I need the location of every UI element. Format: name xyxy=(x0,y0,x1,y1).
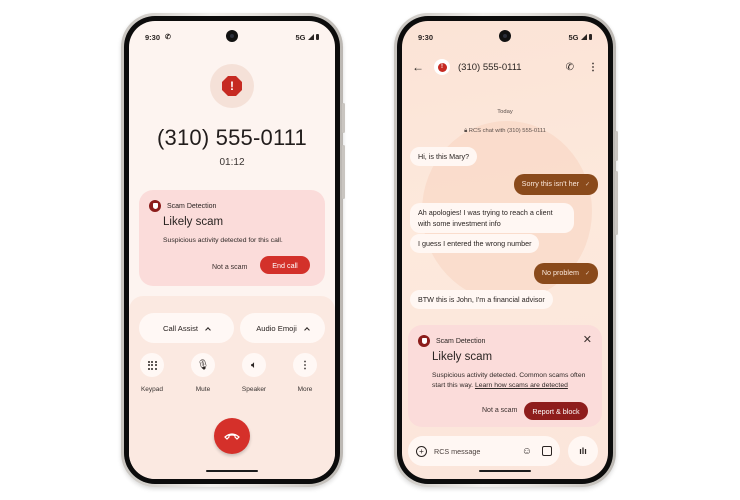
status-time: 9:30 xyxy=(145,32,161,42)
phone-call-icon[interactable]: ✆ xyxy=(566,62,574,73)
call-assist-chip[interactable]: Call Assist xyxy=(139,313,234,343)
message-bubble[interactable]: Sorry this isn't her ✓ xyxy=(513,174,598,195)
volume-button xyxy=(342,145,345,199)
power-button xyxy=(342,103,345,133)
more-control[interactable]: ⋮ More xyxy=(283,353,327,393)
read-receipt-icon: ✓ xyxy=(584,271,590,277)
home-indicator[interactable] xyxy=(206,469,258,472)
message-bubble[interactable]: Hi, is this Mary? xyxy=(410,147,478,166)
scam-card-title: Likely scam xyxy=(432,351,493,363)
report-and-block-button[interactable]: Report & block xyxy=(524,402,588,420)
call-timer: 01:12 xyxy=(219,157,245,168)
voice-message-button[interactable]: ılı xyxy=(568,436,598,466)
battery-icon xyxy=(588,34,592,40)
keypad-icon xyxy=(140,353,164,377)
network-label: 5G xyxy=(295,32,306,42)
battery-icon xyxy=(315,34,319,40)
network-label: 5G xyxy=(568,32,579,42)
scam-detection-card: Scam Detection ✕ Likely scam Suspicious … xyxy=(408,325,602,427)
conversation-header: ← ! (310) 555-0111 ✆ ⋮ xyxy=(402,57,608,77)
phone-call-screen: 9:30 ✆ 5G ! (310) 555-0111 01:12 Scam De… xyxy=(121,13,345,487)
message-bubble[interactable]: Ah apologies! I was trying to reach a cl… xyxy=(410,203,574,233)
message-text: No problem xyxy=(541,268,579,277)
read-receipt-icon: ✓ xyxy=(584,182,590,188)
message-composer[interactable]: + RCS message ☺ xyxy=(408,436,560,466)
more-vert-icon[interactable]: ⋮ xyxy=(588,62,598,73)
mic-off-icon: 🎙︎ xyxy=(191,353,215,377)
status-time: 9:30 xyxy=(418,32,434,42)
end-call-button[interactable]: End call xyxy=(260,256,310,274)
rcs-info-text: RCS chat with (310) 555-0111 xyxy=(468,128,546,134)
caller-number: (310) 555-0111 xyxy=(157,125,307,150)
emoji-icon[interactable]: ☺ xyxy=(522,446,532,457)
scam-card-header: Scam Detection xyxy=(418,335,485,347)
shield-icon xyxy=(149,200,161,212)
call-assist-label: Call Assist xyxy=(162,323,199,333)
more-label: More xyxy=(297,386,313,393)
scam-card-header: Scam Detection xyxy=(149,200,216,212)
message-text: I guess I entered the wrong number xyxy=(418,239,532,248)
signal-icon xyxy=(580,34,587,40)
back-arrow-icon[interactable]: ← xyxy=(412,60,424,74)
message-input[interactable]: RCS message xyxy=(434,447,480,456)
keypad-control[interactable]: Keypad xyxy=(130,353,174,393)
scam-card-description: Suspicious activity detected for this ca… xyxy=(163,237,283,244)
hang-up-button[interactable] xyxy=(214,418,250,454)
message-text: BTW this is John, I'm a financial adviso… xyxy=(418,295,545,304)
home-indicator[interactable] xyxy=(479,469,531,472)
rcs-info: 🔒︎ RCS chat with (310) 555-0111 xyxy=(402,128,608,135)
not-a-scam-button[interactable]: Not a scam xyxy=(482,407,517,414)
more-vert-icon: ⋮ xyxy=(293,353,317,377)
shield-icon xyxy=(418,335,430,347)
scam-card-header-label: Scam Detection xyxy=(436,337,486,345)
power-button xyxy=(615,131,618,161)
message-text: Hi, is this Mary? xyxy=(418,152,470,161)
add-attachment-icon[interactable]: + xyxy=(416,445,427,457)
caller-avatar: ! xyxy=(210,64,254,108)
alert-icon: ! xyxy=(437,62,447,72)
keypad-label: Keypad xyxy=(140,386,164,393)
scam-card-title: Likely scam xyxy=(163,216,224,228)
message-bubble[interactable]: No problem ✓ xyxy=(533,263,598,284)
mute-control[interactable]: 🎙︎ Mute xyxy=(181,353,225,393)
mute-label: Mute xyxy=(195,386,211,393)
scam-card-description: Suspicious activity detected. Common sca… xyxy=(432,371,600,391)
phone-messages-screen: 9:30 5G ← ! (310) 555-0111 ✆ ⋮ Today 🔒︎ … xyxy=(394,13,618,487)
volume-button xyxy=(615,171,618,235)
speaker-control[interactable]: 🔈︎ Speaker xyxy=(232,353,276,393)
audio-emoji-label: Audio Emoji xyxy=(256,323,297,333)
audio-emoji-chip[interactable]: Audio Emoji xyxy=(240,313,325,343)
gallery-icon[interactable] xyxy=(542,446,552,456)
message-text: Ah apologies! I was trying to reach a cl… xyxy=(418,208,553,228)
close-icon[interactable]: ✕ xyxy=(583,333,592,346)
scam-card-header-label: Scam Detection xyxy=(167,202,217,210)
message-text: Sorry this isn't her xyxy=(521,179,579,188)
learn-more-link[interactable]: Learn how scams are detected xyxy=(475,382,568,389)
speaker-icon: 🔈︎ xyxy=(242,353,266,377)
hang-up-icon xyxy=(224,433,240,440)
speaker-label: Speaker xyxy=(241,386,267,393)
chevron-up-icon xyxy=(205,326,211,333)
contact-number: (310) 555-0111 xyxy=(458,61,522,73)
phone-call-icon: ✆ xyxy=(165,34,171,41)
chevron-up-icon xyxy=(303,326,310,333)
date-separator: Today xyxy=(497,109,513,115)
alert-octagon-icon: ! xyxy=(222,76,242,96)
not-a-scam-button[interactable]: Not a scam xyxy=(212,264,247,271)
scam-detection-card: Scam Detection Likely scam Suspicious ac… xyxy=(139,190,325,286)
front-camera xyxy=(226,30,238,42)
screen: 9:30 5G ← ! (310) 555-0111 ✆ ⋮ Today 🔒︎ … xyxy=(402,21,608,479)
screen: 9:30 ✆ 5G ! (310) 555-0111 01:12 Scam De… xyxy=(129,21,335,479)
message-bubble[interactable]: I guess I entered the wrong number xyxy=(410,234,540,253)
message-bubble[interactable]: BTW this is John, I'm a financial adviso… xyxy=(410,290,553,309)
signal-icon xyxy=(307,34,314,40)
contact-avatar: ! xyxy=(434,59,450,75)
front-camera xyxy=(499,30,511,42)
waveform-icon: ılı xyxy=(579,446,587,456)
